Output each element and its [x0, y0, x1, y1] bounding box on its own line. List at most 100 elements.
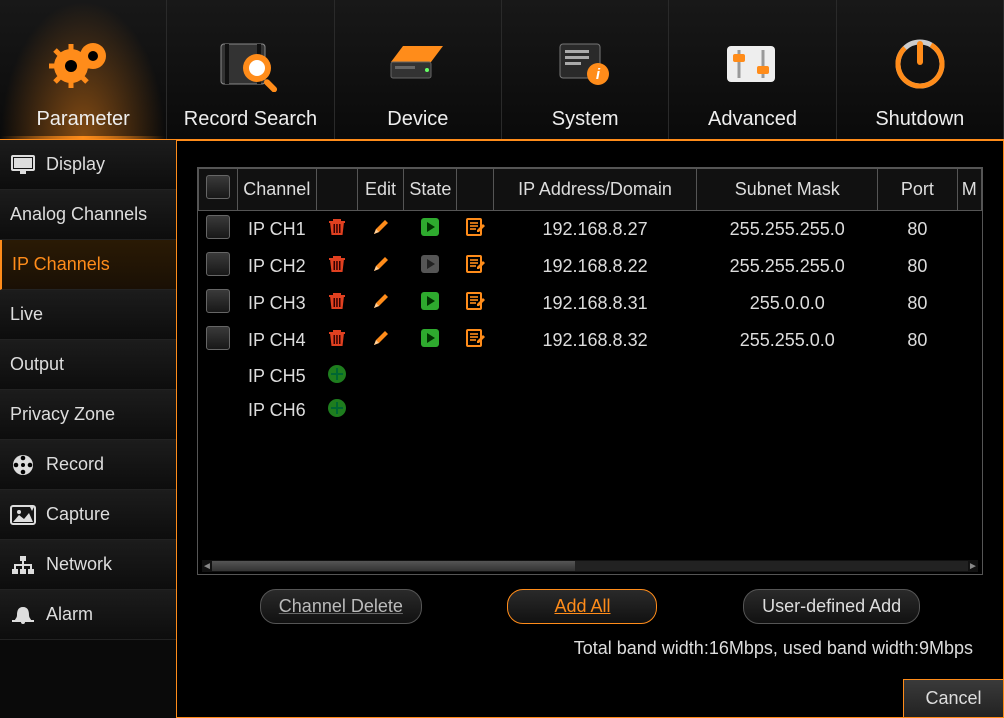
network-icon [10, 554, 36, 576]
edit-icon[interactable] [371, 217, 391, 237]
row-checkbox[interactable] [206, 252, 230, 276]
sidebar-item-display[interactable]: Display [0, 140, 176, 190]
topnav-parameter[interactable]: Parameter [0, 0, 167, 139]
sidebar-item-alarm[interactable]: Alarm [0, 590, 176, 640]
button-row: Channel Delete Add All User-defined Add [177, 575, 1003, 624]
monitor-icon [10, 154, 36, 176]
topnav-label: Device [387, 108, 448, 131]
topnav-record-search[interactable]: Record Search [167, 0, 334, 139]
cancel-button[interactable]: Cancel [903, 679, 1003, 717]
table-row: IP CH4 192.168.8.32 255.255.0.0 80 [199, 322, 982, 359]
cell-channel: IP CH4 [237, 322, 316, 359]
col-mask: Subnet Mask [697, 169, 878, 211]
cell-ip: 192.168.8.32 [493, 322, 696, 359]
state-icon[interactable] [420, 217, 440, 237]
user-defined-add-button[interactable]: User-defined Add [743, 589, 920, 624]
sidebar-item-capture[interactable]: Capture [0, 490, 176, 540]
parameter-icon [43, 34, 123, 94]
table-row-empty: IP CH6 [199, 393, 982, 427]
table-row: IP CH1 192.168.8.27 255.255.255.0 80 [199, 211, 982, 249]
config-icon[interactable] [464, 216, 486, 238]
edit-icon[interactable] [371, 328, 391, 348]
horizontal-scrollbar[interactable]: ◄ ► [202, 560, 978, 572]
edit-icon[interactable] [371, 291, 391, 311]
col-m: M [957, 169, 981, 211]
ip-channels-table: Channel Edit State IP Address/Domain Sub… [198, 168, 982, 427]
cell-channel: IP CH6 [237, 393, 316, 427]
system-icon: i [550, 34, 620, 94]
sidebar-item-analog-channels[interactable]: Analog Channels [0, 190, 176, 240]
add-icon[interactable] [327, 398, 347, 418]
scroll-left-arrow[interactable]: ◄ [202, 561, 212, 572]
cell-channel: IP CH2 [237, 248, 316, 285]
sidebar-item-live[interactable]: Live [0, 290, 176, 340]
device-icon [383, 34, 453, 94]
config-icon[interactable] [464, 327, 486, 349]
reel-icon [10, 454, 36, 476]
sidebar-item-label: Analog Channels [10, 204, 147, 225]
sidebar-item-label: Output [10, 354, 64, 375]
delete-icon[interactable] [327, 291, 347, 311]
col-state: State [404, 169, 457, 211]
header-checkbox[interactable] [206, 175, 230, 199]
delete-icon[interactable] [327, 254, 347, 274]
scroll-track[interactable] [212, 561, 968, 571]
table-row-empty: IP CH5 [199, 359, 982, 393]
sidebar-item-record[interactable]: Record [0, 440, 176, 490]
bandwidth-status: Total band width:16Mbps, used band width… [177, 624, 1003, 659]
topnav-label: Shutdown [875, 108, 964, 131]
channel-delete-button[interactable]: Channel Delete [260, 589, 422, 624]
delete-icon[interactable] [327, 217, 347, 237]
topnav-label: Parameter [36, 108, 129, 131]
state-icon[interactable] [420, 328, 440, 348]
edit-icon[interactable] [371, 254, 391, 274]
col-edit: Edit [357, 169, 404, 211]
delete-icon[interactable] [327, 328, 347, 348]
row-checkbox[interactable] [206, 289, 230, 313]
sidebar-item-privacy-zone[interactable]: Privacy Zone [0, 390, 176, 440]
row-checkbox[interactable] [206, 326, 230, 350]
sidebar-item-label: Network [46, 554, 112, 575]
record-search-icon [215, 34, 285, 94]
config-icon[interactable] [464, 290, 486, 312]
cell-port: 80 [878, 285, 957, 322]
topnav-label: System [552, 108, 619, 131]
topnav-system[interactable]: i System [502, 0, 669, 139]
sidebar-item-label: Display [46, 154, 105, 175]
cell-port: 80 [878, 248, 957, 285]
scroll-thumb[interactable] [212, 561, 575, 571]
topnav-label: Record Search [184, 108, 317, 131]
cell-port: 80 [878, 322, 957, 359]
sidebar-item-network[interactable]: Network [0, 540, 176, 590]
cell-mask: 255.0.0.0 [697, 285, 878, 322]
state-icon[interactable] [420, 254, 440, 274]
row-checkbox[interactable] [206, 215, 230, 239]
add-icon[interactable] [327, 364, 347, 384]
top-nav: Parameter Record Search Device i System Advan… [0, 0, 1004, 140]
add-all-button[interactable]: Add All [507, 589, 657, 624]
topnav-device[interactable]: Device [335, 0, 502, 139]
cell-mask: 255.255.255.0 [697, 248, 878, 285]
cell-channel: IP CH3 [237, 285, 316, 322]
topnav-shutdown[interactable]: Shutdown [837, 0, 1004, 139]
cell-ip: 192.168.8.27 [493, 211, 696, 249]
topnav-advanced[interactable]: Advanced [669, 0, 836, 139]
sidebar-item-ip-channels[interactable]: IP Channels [0, 240, 176, 290]
cell-channel: IP CH5 [237, 359, 316, 393]
cell-port: 80 [878, 211, 957, 249]
ip-channels-table-wrap: Channel Edit State IP Address/Domain Sub… [197, 167, 983, 575]
col-channel: Channel [237, 169, 316, 211]
cell-mask: 255.255.255.0 [697, 211, 878, 249]
sidebar-item-label: Record [46, 454, 104, 475]
advanced-icon [717, 34, 787, 94]
scroll-right-arrow[interactable]: ► [968, 561, 978, 572]
config-icon[interactable] [464, 253, 486, 275]
sidebar-item-output[interactable]: Output [0, 340, 176, 390]
cell-ip: 192.168.8.22 [493, 248, 696, 285]
shutdown-icon [888, 34, 952, 94]
cell-mask: 255.255.0.0 [697, 322, 878, 359]
state-icon[interactable] [420, 291, 440, 311]
col-ip: IP Address/Domain [493, 169, 696, 211]
sidebar-item-label: Privacy Zone [10, 404, 115, 425]
bell-icon [10, 604, 36, 626]
